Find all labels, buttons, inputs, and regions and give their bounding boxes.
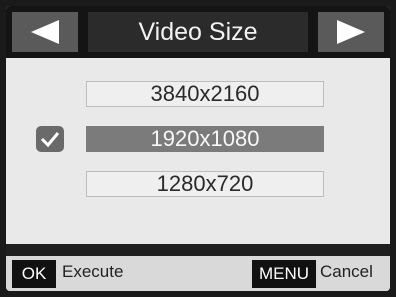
ok-button[interactable]: OK [12,260,56,288]
menu-button[interactable]: MENU [252,260,316,288]
option-1280x720[interactable]: 1280x720 [86,171,324,197]
checkmark-icon [36,126,64,152]
camera-menu-screen: Video Size 3840x2160 1920x1080 1280x720 … [6,6,390,291]
menu-title: Video Size [88,12,308,52]
option-1920x1080[interactable]: 1920x1080 [86,126,324,152]
options-list: 3840x2160 1920x1080 1280x720 [6,58,390,244]
ok-action-label: Execute [62,262,124,281]
previous-menu-button[interactable] [12,12,78,52]
softkey-bar: OK Execute MENU Cancel [6,244,390,291]
option-3840x2160[interactable]: 3840x2160 [86,81,324,107]
menu-action-label: Cancel [320,262,373,281]
menu-header: Video Size [6,6,390,58]
triangle-right-icon [337,20,365,44]
footer-divider [6,244,390,256]
triangle-left-icon [31,20,59,44]
next-menu-button[interactable] [318,12,384,52]
